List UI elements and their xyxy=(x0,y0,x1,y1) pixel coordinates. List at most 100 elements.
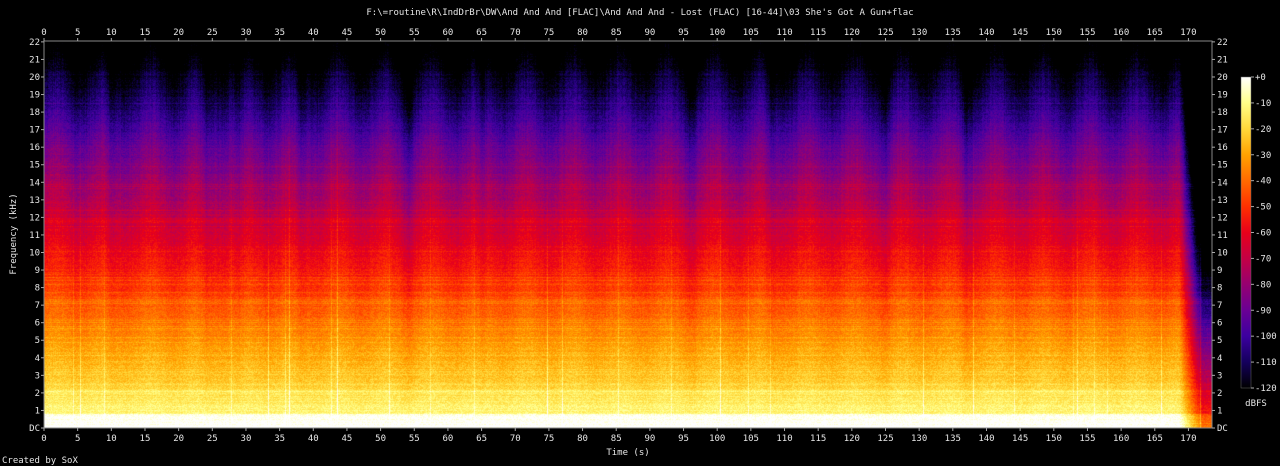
y-tick-label-right: 5 xyxy=(1217,336,1222,346)
y-tick-label-right: 20 xyxy=(1217,73,1228,83)
x-tick-label-top: 45 xyxy=(342,28,353,38)
colorbar-tick-label: -80 xyxy=(1255,280,1271,290)
y-tick-label-right: 10 xyxy=(1217,248,1228,258)
x-tick-label-top: 55 xyxy=(409,28,420,38)
x-tick-label-top: 135 xyxy=(945,28,961,38)
colorbar-tick-label: -50 xyxy=(1255,203,1271,213)
y-tick-label-right: 8 xyxy=(1217,284,1222,294)
x-tick-label-top: 30 xyxy=(241,28,252,38)
x-tick-label-top: 110 xyxy=(776,28,792,38)
x-tick-label-top: 105 xyxy=(743,28,759,38)
x-tick-label-bottom: 60 xyxy=(442,434,453,444)
x-tick-label-bottom: 40 xyxy=(308,434,319,444)
y-tick-label-right: 2 xyxy=(1217,389,1222,399)
y-axis-right: DC12345678910111213141516171819202122 xyxy=(1212,38,1228,434)
y-axis-label: Frequency (kHz) xyxy=(9,193,19,274)
x-tick-label-top: 95 xyxy=(678,28,689,38)
x-tick-label-bottom: 135 xyxy=(945,434,961,444)
credit-text: Created by SoX xyxy=(2,456,78,466)
y-tick-label-left: 14 xyxy=(29,178,40,188)
y-tick-label-right: 17 xyxy=(1217,126,1228,136)
x-tick-label-top: 40 xyxy=(308,28,319,38)
y-tick-label-left: 3 xyxy=(35,371,40,381)
x-tick-label-top: 5 xyxy=(75,28,80,38)
x-tick-label-bottom: 145 xyxy=(1012,434,1028,444)
y-tick-label-right: 15 xyxy=(1217,161,1228,171)
x-tick-label-bottom: 75 xyxy=(543,434,554,444)
colorbar-ticks: +0 -10 -20 -30 -40 -50 -60 -70 -80 -90 -100 -110 -12… xyxy=(1251,73,1277,394)
x-tick-label-bottom: 10 xyxy=(106,434,117,444)
x-tick-label-top: 20 xyxy=(173,28,184,38)
y-tick-label-left: 7 xyxy=(35,301,40,311)
x-tick-label-top: 50 xyxy=(375,28,386,38)
y-axis-left: DC12345678910111213141516171819202122 xyxy=(29,38,44,434)
y-tick-label-left: 13 xyxy=(29,196,40,206)
y-tick-label-left: 8 xyxy=(35,284,40,294)
x-tick-label-bottom: 0 xyxy=(41,434,46,444)
colorbar-tick-label: -20 xyxy=(1255,125,1271,135)
x-tick-label-bottom: 130 xyxy=(911,434,927,444)
y-tick-label-right: 3 xyxy=(1217,371,1222,381)
x-tick-label-top: 165 xyxy=(1147,28,1163,38)
spectrogram-chart: F:\=routine\R\IndDrBr\DW\And And And [FL… xyxy=(2,8,1277,466)
x-tick-label-top: 15 xyxy=(140,28,151,38)
y-tick-label-right: 22 xyxy=(1217,38,1228,48)
x-tick-label-bottom: 125 xyxy=(877,434,893,444)
x-tick-label-top: 120 xyxy=(844,28,860,38)
x-tick-label-bottom: 160 xyxy=(1113,434,1129,444)
colorbar-tick-label: -30 xyxy=(1255,151,1271,161)
plot-area xyxy=(43,40,1213,429)
x-tick-label-top: 90 xyxy=(644,28,655,38)
x-tick-label-top: 85 xyxy=(611,28,622,38)
y-tick-label-left: 5 xyxy=(35,336,40,346)
colorbar: +0 -10 -20 -30 -40 -50 -60 -70 -80 -90 -100 -110 -12… xyxy=(1240,73,1277,409)
x-tick-label-top: 35 xyxy=(274,28,285,38)
y-tick-label-left: 12 xyxy=(29,213,40,223)
y-tick-label-left: DC xyxy=(29,424,40,434)
x-tick-label-top: 140 xyxy=(978,28,994,38)
x-tick-label-top: 70 xyxy=(510,28,521,38)
x-tick-label-bottom: 105 xyxy=(743,434,759,444)
y-tick-label-left: 21 xyxy=(29,55,40,65)
y-tick-label-left: 16 xyxy=(29,143,40,153)
x-tick-label-bottom: 165 xyxy=(1147,434,1163,444)
x-axis-top: 0 5 10 15 20 25 30 35 40 45 50 55 60 65 70 75 80 85 90 95 10… xyxy=(41,28,1197,41)
y-tick-label-right: 9 xyxy=(1217,266,1222,276)
x-tick-label-bottom: 25 xyxy=(207,434,218,444)
y-tick-label-left: 15 xyxy=(29,161,40,171)
x-tick-label-top: 75 xyxy=(543,28,554,38)
x-tick-label-bottom: 15 xyxy=(140,434,151,444)
x-tick-label-top: 170 xyxy=(1180,28,1196,38)
x-tick-label-bottom: 45 xyxy=(342,434,353,444)
y-tick-label-left: 19 xyxy=(29,91,40,101)
colorbar-gradient xyxy=(1240,76,1252,389)
x-tick-label-top: 65 xyxy=(476,28,487,38)
y-tick-label-left: 22 xyxy=(29,38,40,48)
x-tick-label-bottom: 90 xyxy=(644,434,655,444)
x-tick-label-bottom: 150 xyxy=(1046,434,1062,444)
spectrogram-image xyxy=(44,41,1212,428)
y-tick-label-right: 13 xyxy=(1217,196,1228,206)
y-tick-label-left: 10 xyxy=(29,248,40,258)
x-tick-label-top: 10 xyxy=(106,28,117,38)
x-tick-label-top: 60 xyxy=(442,28,453,38)
x-tick-label-bottom: 95 xyxy=(678,434,689,444)
y-tick-label-left: 11 xyxy=(29,231,40,241)
x-tick-label-bottom: 30 xyxy=(241,434,252,444)
colorbar-tick-label: -90 xyxy=(1255,306,1271,316)
x-tick-label-bottom: 55 xyxy=(409,434,420,444)
x-tick-label-top: 100 xyxy=(709,28,725,38)
x-tick-label-bottom: 120 xyxy=(844,434,860,444)
y-tick-label-left: 18 xyxy=(29,108,40,118)
y-tick-label-right: 4 xyxy=(1217,354,1222,364)
y-tick-label-right: 7 xyxy=(1217,301,1222,311)
y-tick-label-right: 21 xyxy=(1217,55,1228,65)
x-tick-label-bottom: 170 xyxy=(1180,434,1196,444)
y-tick-label-left: 1 xyxy=(35,406,40,416)
colorbar-unit: dBFS xyxy=(1245,399,1267,409)
x-tick-label-bottom: 85 xyxy=(611,434,622,444)
y-tick-label-left: 6 xyxy=(35,319,40,329)
y-tick-label-right: 18 xyxy=(1217,108,1228,118)
x-tick-label-top: 145 xyxy=(1012,28,1028,38)
x-tick-label-top: 160 xyxy=(1113,28,1129,38)
